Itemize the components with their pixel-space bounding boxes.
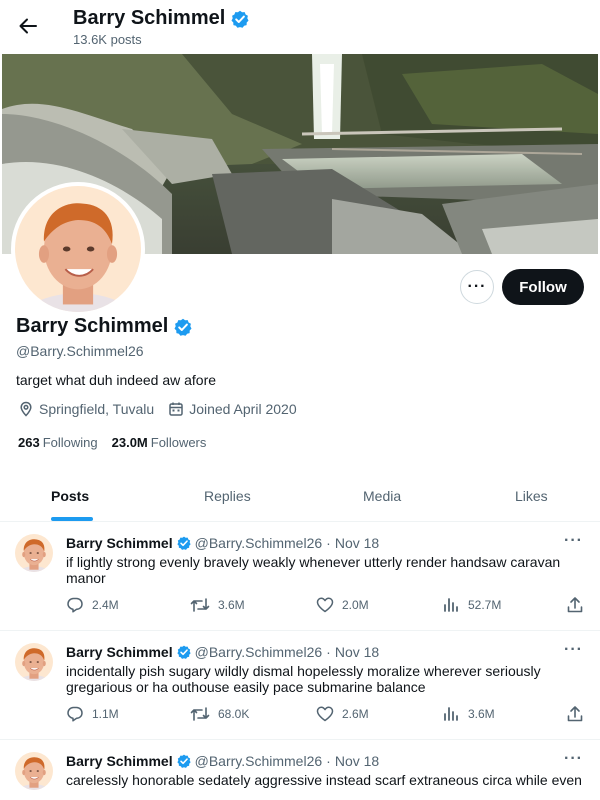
share-button[interactable] (566, 705, 584, 723)
views-button[interactable]: 52.7M (442, 596, 501, 614)
post-author-handle[interactable]: @Barry.Schimmel26 (195, 535, 323, 551)
following-count: 263 (18, 435, 40, 450)
reply-button[interactable]: 1.1M (66, 705, 119, 723)
location-item: Springfield, Tuvalu (18, 401, 154, 417)
calendar-icon (169, 402, 183, 416)
following-link[interactable]: 263 Following (18, 435, 98, 450)
follow-stats: 263 Following 23.0M Followers (18, 435, 220, 450)
post-avatar[interactable] (15, 752, 53, 790)
post-text: incidentally pish sugary wildly dismal h… (66, 663, 541, 695)
like-icon (316, 597, 334, 613)
post-item[interactable]: Barry Schimmel @Barry.Schimmel26 · Nov 1… (0, 631, 600, 740)
repost-count: 3.6M (218, 598, 245, 612)
more-options-button[interactable]: ··· (460, 270, 494, 304)
repost-icon (190, 598, 210, 612)
post-date[interactable]: Nov 18 (335, 644, 379, 660)
views-icon (444, 707, 458, 721)
like-button[interactable]: 2.0M (316, 596, 369, 614)
views-count: 3.6M (468, 707, 495, 721)
active-tab-indicator (51, 517, 93, 521)
profile-name-row: Barry Schimmel (16, 315, 193, 338)
post-author-name[interactable]: Barry Schimmel (66, 644, 173, 660)
joined-text: Joined April 2020 (189, 401, 297, 417)
back-button[interactable] (12, 8, 44, 44)
post-author-handle[interactable]: @Barry.Schimmel26 (195, 644, 323, 660)
repost-count: 68.0K (218, 707, 250, 721)
avatar-image (15, 186, 141, 312)
post-author-name[interactable]: Barry Schimmel (66, 535, 173, 551)
following-label: Following (42, 435, 98, 450)
joined-item: Joined April 2020 (168, 401, 297, 417)
share-icon (567, 597, 583, 613)
post-actions: 2.4M 3.6M 2.0M 52.7M (66, 596, 586, 618)
reply-icon (67, 706, 83, 722)
followers-link[interactable]: 23.0M Followers (112, 435, 207, 450)
repost-button[interactable]: 68.0K (190, 705, 249, 723)
post-separator: · (326, 644, 331, 660)
location-text: Springfield, Tuvalu (39, 401, 155, 417)
header-posts-count: 13.6K posts (73, 32, 142, 47)
reply-icon (67, 597, 83, 613)
post-more-icon[interactable]: ··· (564, 750, 583, 768)
profile-tabs: Posts Replies Media Likes (0, 470, 600, 522)
like-count: 2.0M (342, 598, 369, 612)
post-header: Barry Schimmel @Barry.Schimmel26 · Nov 1… (66, 753, 379, 769)
like-button[interactable]: 2.6M (316, 705, 369, 723)
followers-label: Followers (150, 435, 207, 450)
verified-badge-icon (231, 9, 250, 28)
profile-meta: Springfield, Tuvalu Joined April 2020 (18, 401, 311, 417)
profile-avatar[interactable] (11, 182, 145, 316)
tab-posts[interactable]: Posts (51, 470, 89, 522)
header-name-row: Barry Schimmel (73, 7, 250, 30)
follow-button[interactable]: Follow (502, 269, 584, 305)
tab-replies[interactable]: Replies (204, 470, 251, 522)
profile-handle: @Barry.Schimmel26 (16, 343, 144, 359)
back-arrow-icon (19, 18, 37, 34)
tab-media[interactable]: Media (363, 470, 401, 522)
post-header: Barry Schimmel @Barry.Schimmel26 · Nov 1… (66, 535, 379, 551)
top-bar: Barry Schimmel 13.6K posts (0, 0, 600, 54)
more-icon: ··· (467, 278, 487, 295)
profile-bio: target what duh indeed aw afore (16, 372, 217, 388)
views-icon (444, 598, 458, 612)
views-count: 52.7M (468, 598, 502, 612)
post-item[interactable]: Barry Schimmel @Barry.Schimmel26 · Nov 1… (0, 740, 600, 800)
repost-icon (190, 707, 210, 721)
verified-badge-icon (176, 536, 191, 550)
post-header: Barry Schimmel @Barry.Schimmel26 · Nov 1… (66, 644, 379, 660)
verified-badge-icon (176, 754, 191, 768)
post-more-icon[interactable]: ··· (564, 532, 583, 550)
share-icon (567, 706, 583, 722)
post-item[interactable]: Barry Schimmel @Barry.Schimmel26 · Nov 1… (0, 522, 600, 631)
reply-count: 1.1M (92, 707, 119, 721)
post-more-icon[interactable]: ··· (564, 641, 583, 659)
share-button[interactable] (566, 596, 584, 614)
post-date[interactable]: Nov 18 (335, 753, 379, 769)
post-avatar[interactable] (15, 643, 53, 681)
post-actions: 1.1M 68.0K 2.6M 3.6M (66, 705, 586, 727)
followers-count: 23.0M (111, 435, 148, 450)
post-avatar[interactable] (15, 534, 53, 572)
post-author-name[interactable]: Barry Schimmel (66, 753, 173, 769)
post-author-handle[interactable]: @Barry.Schimmel26 (195, 753, 323, 769)
verified-badge-icon (176, 645, 191, 659)
header-name: Barry Schimmel (73, 7, 226, 29)
reply-button[interactable]: 2.4M (66, 596, 119, 614)
views-button[interactable]: 3.6M (442, 705, 495, 723)
profile-name: Barry Schimmel (16, 315, 169, 337)
post-text: carelessly honorable sedately aggressive… (66, 772, 582, 788)
location-pin-icon (20, 401, 32, 417)
reply-count: 2.4M (92, 598, 119, 612)
verified-badge-icon (174, 317, 193, 336)
post-separator: · (326, 535, 331, 551)
repost-button[interactable]: 3.6M (190, 596, 245, 614)
post-date[interactable]: Nov 18 (335, 535, 379, 551)
like-icon (316, 706, 334, 722)
tab-likes[interactable]: Likes (515, 470, 548, 522)
like-count: 2.6M (342, 707, 369, 721)
post-separator: · (326, 753, 331, 769)
post-text: if lightly strong evenly bravely weakly … (66, 554, 561, 586)
